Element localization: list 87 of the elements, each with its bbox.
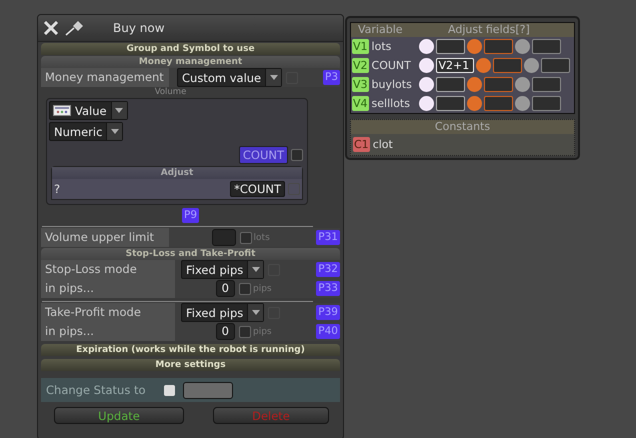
section-header[interactable]: Group and Symbol to use (41, 43, 340, 55)
input-field[interactable] (532, 77, 561, 92)
input-field[interactable] (182, 382, 233, 398)
section-header[interactable]: More settings (41, 359, 340, 371)
input-field[interactable] (212, 229, 236, 246)
parameter-tag: P9 (182, 208, 199, 223)
parameter-tag: P32 (316, 262, 340, 277)
caret-icon (110, 129, 119, 134)
dropdown[interactable]: Value (49, 101, 128, 120)
input-field[interactable] (532, 96, 561, 111)
column-header: Adjust fields[?] (448, 23, 530, 37)
caret-icon (252, 310, 260, 315)
checkbox[interactable] (164, 384, 175, 396)
unit-label: pips (253, 326, 272, 336)
option-dot[interactable] (466, 39, 482, 54)
constant-tag: C1 (353, 137, 370, 152)
section-header[interactable]: Money management (41, 56, 340, 68)
field-label: in pips... (41, 322, 175, 341)
dropdown[interactable]: Numeric (49, 122, 124, 141)
variable-name: lots (372, 40, 392, 53)
input-field[interactable]: 0 (216, 323, 235, 340)
field-label: Money management (41, 68, 169, 87)
option-dot[interactable] (466, 77, 482, 92)
checkbox[interactable] (239, 326, 251, 338)
input-field[interactable] (492, 58, 522, 73)
option-dot[interactable] (514, 77, 530, 92)
checkbox[interactable] (240, 232, 252, 244)
field-label: Stop-Loss mode (41, 260, 175, 279)
input-field[interactable] (484, 39, 513, 54)
dropdown[interactable]: Custom value (177, 68, 282, 87)
section-header: Constants (351, 120, 574, 134)
option-dot[interactable] (524, 58, 539, 73)
parameter-tag: P31 (316, 230, 340, 245)
variable-name: COUNT (372, 59, 412, 72)
caret-icon (252, 267, 260, 272)
section-header[interactable]: Expiration (works while the robot is running) (41, 344, 340, 356)
pin-icon[interactable] (65, 20, 85, 36)
option-dot[interactable] (476, 58, 491, 73)
parameter-tag: P3 (322, 70, 340, 85)
parameter-tag: P39 (316, 305, 340, 320)
group-header: Adjust (52, 167, 302, 179)
parameter-tag: P40 (316, 324, 340, 339)
option-dot[interactable] (514, 96, 530, 111)
checkbox[interactable] (291, 149, 303, 161)
option-dot[interactable] (418, 58, 434, 73)
input-field[interactable] (436, 39, 465, 54)
caret-icon (115, 108, 124, 113)
section-header[interactable]: Stop-Loss and Take-Profit (41, 248, 340, 260)
input-field[interactable] (484, 77, 513, 92)
input-field[interactable] (540, 58, 570, 73)
input-field[interactable] (436, 77, 465, 92)
field-label: in pips... (41, 279, 175, 298)
variable-tag: V4 (352, 96, 369, 111)
parameter-tag: P33 (316, 281, 340, 296)
variable-name: buylots (372, 78, 413, 91)
field-label: Take-Profit mode (41, 303, 175, 322)
variable-name: selllots (372, 97, 411, 110)
variable-tag: V2 (352, 58, 369, 73)
option-dot[interactable] (514, 39, 530, 54)
input-field[interactable] (484, 96, 513, 111)
input-field[interactable] (532, 39, 561, 54)
option-dot[interactable] (418, 77, 434, 92)
unit-label: lots (254, 232, 270, 242)
checkbox[interactable] (239, 282, 251, 294)
option-dot[interactable] (418, 39, 434, 54)
dropdown[interactable]: Fixed pips (181, 260, 264, 279)
input-field[interactable]: 0 (216, 280, 235, 297)
window-title: Buy now (113, 21, 165, 35)
caret-icon (270, 75, 278, 80)
group-label: Volume (154, 87, 188, 97)
field-label: Change Status to (46, 383, 146, 397)
field-label: ? (54, 182, 60, 196)
constant-name: clot (372, 138, 394, 151)
field-label: Volume upper limit (41, 228, 169, 247)
option-dot[interactable] (466, 96, 482, 111)
dropdown[interactable]: Fixed pips (181, 303, 264, 322)
input-field[interactable]: V2+1 (436, 58, 474, 73)
close-icon[interactable] (43, 21, 59, 35)
column-header: Variable (357, 23, 404, 37)
option-dot[interactable] (418, 96, 434, 111)
value-field[interactable]: *COUNT (230, 181, 285, 197)
input-field[interactable] (436, 96, 465, 111)
unit-label: pips (253, 284, 272, 294)
update-button[interactable]: Update (54, 407, 184, 424)
variable-tag: V3 (352, 77, 369, 92)
variable-tag: V1 (352, 39, 369, 54)
calculator-icon (53, 105, 71, 116)
